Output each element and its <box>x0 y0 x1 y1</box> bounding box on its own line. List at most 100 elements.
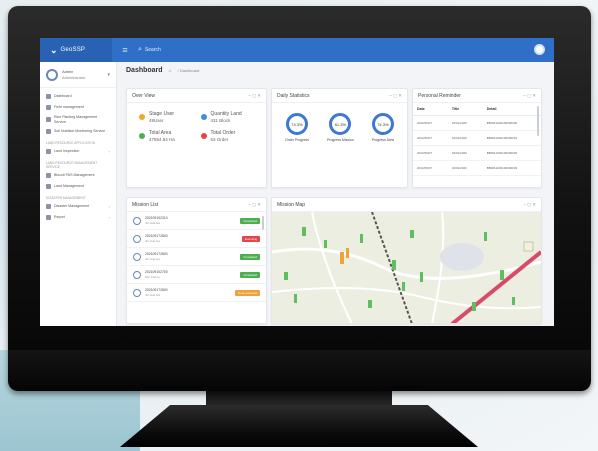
search-icon: ⌕ <box>138 46 142 53</box>
profile-caret-icon[interactable]: ▾ <box>107 72 110 78</box>
map-field-marker[interactable] <box>420 272 423 282</box>
chevron-right-icon: › <box>108 204 110 209</box>
sidebar-item[interactable]: Soil Nutrition Monitoring Service <box>40 126 116 137</box>
table-header-cell[interactable]: Detail <box>482 103 541 116</box>
progress-ring: 74.3% <box>371 113 394 135</box>
table-header-cell[interactable]: Title <box>447 103 483 116</box>
statistic-item: 74.3% Order Progress <box>285 113 309 142</box>
list-item[interactable]: 202109172800 Jiu Hua Ga Executing <box>127 230 266 248</box>
chevron-right-icon: › <box>108 149 110 154</box>
sidebar-item[interactable]: Report › <box>40 212 116 223</box>
list-item[interactable]: 202109172800 Jiu Hua Ga To be executed <box>127 284 266 302</box>
user-avatar-icon <box>133 270 141 279</box>
table-row[interactable]: 2022/06/07 04/01/2020 BB0011000100000001 <box>413 130 541 146</box>
sidebar-item[interactable]: Land Management <box>40 181 116 192</box>
overview-label: Quantity Land <box>210 111 242 117</box>
progress-value: 61.3% <box>334 121 347 127</box>
sidebar-section-label: Disaster Management <box>46 196 86 200</box>
progress-value: 74.3% <box>291 121 303 127</box>
map-field-marker[interactable] <box>340 252 344 264</box>
overview-value: 63 Order <box>210 137 229 142</box>
user-avatar-icon <box>133 234 141 243</box>
map-field-marker[interactable] <box>410 230 414 238</box>
mission-map[interactable] <box>272 211 541 323</box>
sidebar-item-icon <box>46 173 51 178</box>
reminder-card: Personal Reminder – ◻ ✕ Date Title Detail … <box>412 88 542 188</box>
hamburger-menu-icon[interactable]: ≡ <box>116 45 134 55</box>
sidebar-section-label: Land Resource Application <box>46 141 96 145</box>
sidebar-item[interactable]: Biscuit PAS Management <box>40 170 116 181</box>
sidebar-item[interactable]: Land Inspection › <box>40 146 116 157</box>
sidebar-item[interactable]: Field management <box>40 102 116 113</box>
home-icon[interactable]: ⌂ <box>169 68 172 74</box>
window-controls[interactable]: – ◻ ✕ <box>523 93 536 99</box>
statistic-caption: Progress Area <box>371 138 394 142</box>
sidebar-item[interactable]: Disaster Management › <box>40 201 116 212</box>
table-cell: BB0011000100000003 <box>482 160 541 176</box>
map-field-marker[interactable] <box>294 294 297 303</box>
monitor-stand-base <box>120 405 478 447</box>
table-cell: 04/01/2020 <box>447 145 483 161</box>
map-field-marker[interactable] <box>368 300 372 308</box>
list-item[interactable]: 202109102310 Jiu Hua Ga Completed <box>127 212 266 230</box>
mission-owner: Jiu Hua Ga <box>145 221 161 225</box>
map-field-marker[interactable] <box>324 240 327 248</box>
overview-dot-icon <box>139 114 145 120</box>
sidebar-item-label: Land Inspection <box>54 149 80 154</box>
sidebar-item-icon <box>46 117 51 122</box>
table-cell: BB0011000100000000 <box>482 115 541 131</box>
map-layer-icon[interactable] <box>523 241 534 252</box>
table-row[interactable]: 2022/06/07 04/01/2020 BB0011000100000002 <box>413 145 541 161</box>
map-field-marker[interactable] <box>472 302 476 311</box>
window-controls[interactable]: – ◻ ✕ <box>523 202 536 208</box>
list-item[interactable]: 202109172800 Jiu Hua Ga Completed <box>127 248 266 266</box>
logo-text: GeoSSP <box>60 47 86 53</box>
app-logo[interactable]: ⌄ GeoSSP <box>40 38 112 62</box>
overview-dot-icon <box>200 133 207 139</box>
profile-name: Admin <box>62 69 74 74</box>
map-field-marker[interactable] <box>360 234 363 243</box>
map-field-marker[interactable] <box>284 272 288 280</box>
map-field-marker[interactable] <box>402 282 405 291</box>
user-avatar-icon <box>133 252 141 261</box>
window-controls[interactable]: – ◻ ✕ <box>248 93 261 99</box>
scrollbar[interactable] <box>262 216 264 230</box>
overview-value: 47854.94 Ha <box>149 137 175 142</box>
search-box[interactable]: ⌕ Search <box>138 46 161 54</box>
map-field-marker[interactable] <box>346 248 349 258</box>
reminder-title: Personal Reminder <box>418 92 461 99</box>
list-item[interactable]: 202109102700 Mei Cheng Completed <box>127 266 266 284</box>
overview-dot-icon <box>139 133 145 139</box>
chevron-right-icon: › <box>108 215 110 220</box>
table-row[interactable]: 2022/06/07 04/01/2020 BB0011000100000000 <box>413 115 541 131</box>
mission-code: 202109102700 <box>145 270 168 274</box>
map-field-marker[interactable] <box>484 232 487 241</box>
scrollbar[interactable] <box>537 106 539 136</box>
map-canvas <box>272 211 541 323</box>
map-field-marker[interactable] <box>302 227 306 236</box>
overview-label: Total Order <box>210 130 236 136</box>
overview-item: Quantity Land 431 Block <box>200 111 259 123</box>
sidebar-item-icon <box>46 149 51 154</box>
table-cell: 2022/06/07 <box>413 160 448 176</box>
status-badge: Completed <box>240 271 260 278</box>
mission-code: 202109172800 <box>145 234 168 238</box>
overview-grid: Stage User 49User Quantity Land 431 Block To… <box>127 103 266 142</box>
sidebar-item-icon <box>46 215 51 220</box>
map-field-marker[interactable] <box>500 270 504 280</box>
sidebar-profile[interactable]: Admin Administrator ▾ <box>40 62 116 88</box>
window-controls[interactable]: – ◻ ✕ <box>248 202 261 208</box>
table-row[interactable]: 2022/06/07 04/01/2020 BB0011000100000003 <box>413 160 541 176</box>
map-field-marker[interactable] <box>392 260 396 270</box>
search-placeholder: Search <box>144 47 161 53</box>
table-header-cell[interactable]: Date <box>413 103 448 116</box>
sidebar-item[interactable]: Dashboard <box>40 91 116 102</box>
sidebar-item-label: Dashboard <box>54 94 72 99</box>
table-cell: BB0011000100000002 <box>482 145 541 161</box>
window-controls[interactable]: – ◻ ✕ <box>389 93 402 99</box>
profile-avatar-icon <box>46 68 58 81</box>
mission-map-title: Mission Map <box>277 201 306 208</box>
sidebar-item[interactable]: Rice Planting Management Service <box>40 113 116 126</box>
user-avatar-icon[interactable] <box>534 44 545 55</box>
map-field-marker[interactable] <box>512 297 515 305</box>
